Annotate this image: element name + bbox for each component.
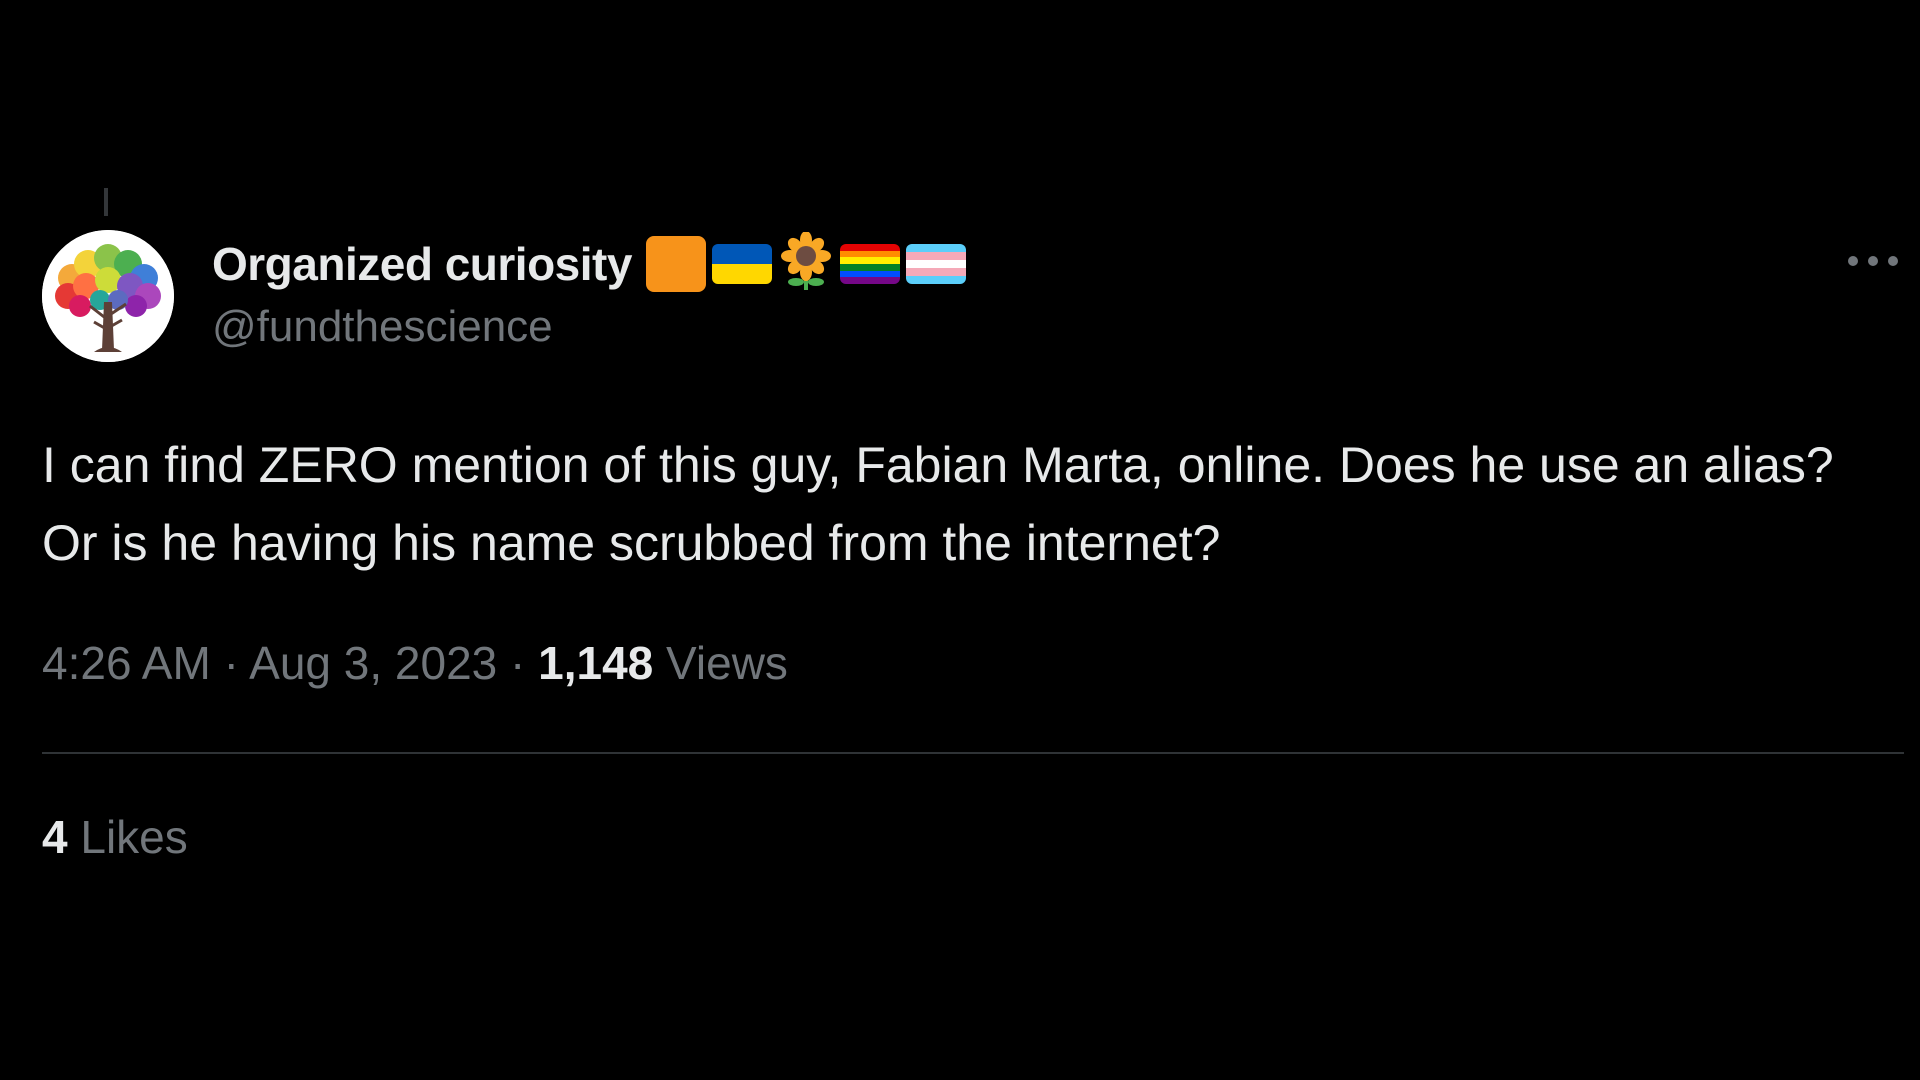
- orange-square-badge-icon: [645, 236, 706, 292]
- more-options-icon[interactable]: [1848, 246, 1898, 276]
- tweet-time[interactable]: 4:26 AM: [42, 637, 211, 689]
- display-name[interactable]: Organized curiosity: [212, 237, 632, 291]
- likes-link[interactable]: 4 Likes: [42, 810, 188, 864]
- likes-label: Likes: [80, 811, 188, 863]
- tweet-meta: 4:26 AM · Aug 3, 2023 · 1,148 Views: [42, 636, 788, 690]
- transgender-flag-icon: [905, 244, 966, 284]
- tweet-date[interactable]: Aug 3, 2023: [249, 637, 497, 689]
- divider: [42, 752, 1904, 754]
- profile-badges: [645, 230, 966, 297]
- meta-separator: ·: [510, 637, 526, 689]
- user-handle[interactable]: @fundthescience: [212, 302, 553, 352]
- likes-count: 4: [42, 811, 68, 863]
- views-label: Views: [666, 637, 788, 689]
- views-count: 1,148: [538, 637, 654, 689]
- tree-avatar-icon: [42, 230, 174, 362]
- avatar[interactable]: [42, 230, 174, 362]
- meta-separator: ·: [223, 637, 239, 689]
- display-name-row: Organized curiosity: [212, 230, 966, 297]
- tweet-detail: Organized curiosity @fundthescience I ca…: [0, 0, 1920, 1080]
- rainbow-flag-icon: [839, 244, 900, 284]
- thread-connector-line: [104, 188, 108, 216]
- tweet-text: I can find ZERO mention of this guy, Fab…: [42, 437, 1834, 571]
- ukraine-flag-icon: [711, 244, 772, 284]
- sunflower-icon: [778, 230, 834, 297]
